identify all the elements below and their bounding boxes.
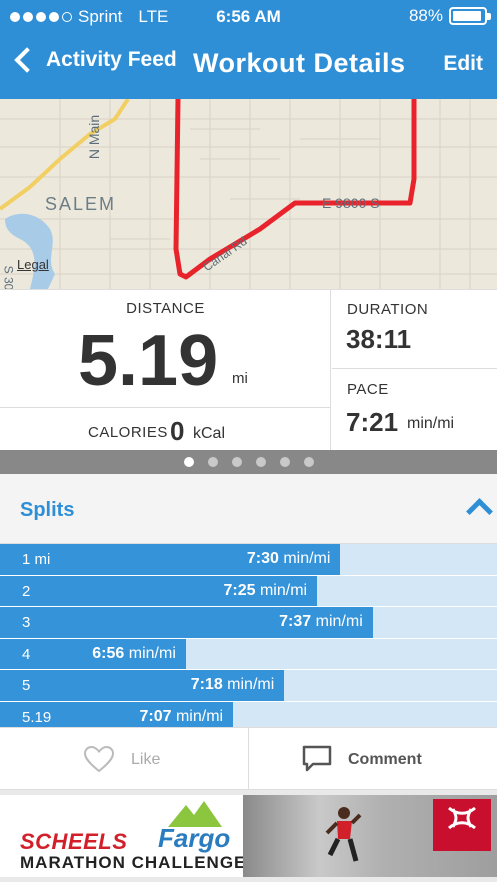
action-bar: Like Comment [0, 727, 497, 790]
page-indicator[interactable] [0, 450, 497, 474]
page-dot[interactable] [207, 457, 218, 467]
split-pace-unit: min/mi [315, 613, 363, 630]
page-dot[interactable] [303, 457, 314, 467]
page-title: Workout Details [193, 48, 406, 78]
split-label: 3 [22, 614, 31, 631]
comment-label: Comment [348, 751, 422, 768]
calories-unit: kCal [193, 425, 226, 442]
top-bar: Sprint LTE 6:56 AM 88% Activity Feed Wor… [0, 0, 497, 99]
splits-list: 1 mi 7:30 min/mi 2 7:25 min/mi 3 7:37 min/mi 4… [0, 544, 497, 733]
pace-label: PACE [347, 381, 389, 398]
split-row: 3 7:37 min/mi [0, 607, 497, 639]
split-pace-unit: min/mi [227, 676, 275, 693]
under-armour-logo [433, 799, 491, 851]
page-dot[interactable] [183, 457, 194, 467]
split-pace: 7:18 min/mi [191, 676, 275, 694]
back-button[interactable]: Activity Feed [10, 47, 177, 73]
map-road-label: S 30 [1, 265, 16, 289]
battery-percent: 88% [408, 6, 443, 25]
status-bar: Sprint LTE 6:56 AM 88% [0, 0, 497, 34]
page-dot[interactable] [231, 457, 242, 467]
split-pace: 7:07 min/mi [139, 708, 223, 726]
calories-value: 0 [170, 416, 185, 446]
comment-button[interactable]: Comment [248, 728, 497, 790]
split-pace-unit: min/mi [175, 707, 224, 725]
heart-icon [83, 745, 115, 773]
route-map[interactable]: N Main E 9800 S Canal Rd SALEM S 30 Lega… [0, 99, 497, 289]
divider [0, 407, 331, 408]
split-pace-value: 7:07 [139, 707, 172, 725]
split-pace-value: 7:18 [190, 676, 223, 693]
split-pace: 7:30 min/mi [247, 550, 331, 568]
pace-unit: min/mi [407, 415, 455, 432]
page-dot[interactable] [279, 457, 290, 467]
like-button[interactable]: Like [0, 728, 248, 790]
split-pace: 7:25 min/mi [223, 582, 307, 600]
split-pace-value: 7:30 [246, 550, 279, 567]
back-label: Activity Feed [46, 48, 177, 71]
split-pace-value: 7:37 [279, 613, 312, 630]
splits-header[interactable]: Splits [0, 474, 497, 544]
ad-challenge-text: MARATHON CHALLENGE [20, 853, 247, 872]
divider [332, 368, 497, 369]
route-line [173, 99, 417, 280]
like-label: Like [131, 751, 161, 768]
split-label: 5 [22, 677, 31, 694]
chevron-left-icon [14, 47, 40, 73]
splits-title: Splits [20, 499, 75, 521]
ad-scheels-text: SCHEELS [20, 829, 128, 854]
duration-label: DURATION [347, 301, 429, 318]
workout-stats: DISTANCE 5.19 mi CALORIES 0 kCal DURATIO… [0, 289, 497, 451]
pace-value: 7:21 [346, 407, 399, 437]
split-label: 5.19 [22, 708, 52, 726]
duration-pace-panel: DURATION 38:11 PACE 7:21 min/mi [332, 290, 497, 451]
split-pace-value: 7:25 [223, 581, 256, 599]
ad-fargo-text: Fargo [158, 823, 231, 853]
distance-label: DISTANCE [126, 300, 205, 317]
split-row: 5 7:18 min/mi [0, 670, 497, 702]
advertisement-banner[interactable]: SCHEELS Fargo MARATHON CHALLENGE [0, 795, 497, 877]
runner-image [325, 807, 362, 862]
map-city-label: SALEM [45, 194, 117, 214]
split-pace: 6:56 min/mi [92, 645, 176, 663]
split-row: 1 mi 7:30 min/mi [0, 544, 497, 576]
split-pace-unit: min/mi [259, 581, 308, 599]
distance-unit: mi [232, 370, 248, 387]
legal-link[interactable]: Legal [17, 257, 49, 272]
split-label: 1 mi [22, 551, 51, 568]
split-row: 2 7:25 min/mi [0, 575, 497, 607]
page-dot[interactable] [255, 457, 266, 467]
map-road-label: E 9800 S [322, 195, 380, 211]
distance-panel: DISTANCE 5.19 mi CALORIES 0 kCal [0, 290, 331, 451]
split-label: 4 [22, 645, 31, 663]
split-pace-value: 6:56 [92, 644, 125, 662]
calories-label: CALORIES [88, 424, 168, 441]
split-label: 2 [22, 582, 31, 600]
map-road-label: N Main [86, 114, 103, 160]
split-pace-unit: min/mi [283, 550, 331, 567]
split-pace-unit: min/mi [128, 644, 176, 662]
comment-icon [302, 745, 332, 772]
edit-button[interactable]: Edit [443, 52, 483, 76]
split-pace: 7:37 min/mi [279, 613, 363, 631]
navigation-bar: Activity Feed Workout Details Edit [0, 34, 497, 99]
duration-value: 38:11 [346, 324, 412, 354]
split-row: 4 6:56 min/mi [0, 638, 497, 670]
distance-value: 5.19 [78, 321, 219, 401]
battery-icon [449, 7, 491, 25]
